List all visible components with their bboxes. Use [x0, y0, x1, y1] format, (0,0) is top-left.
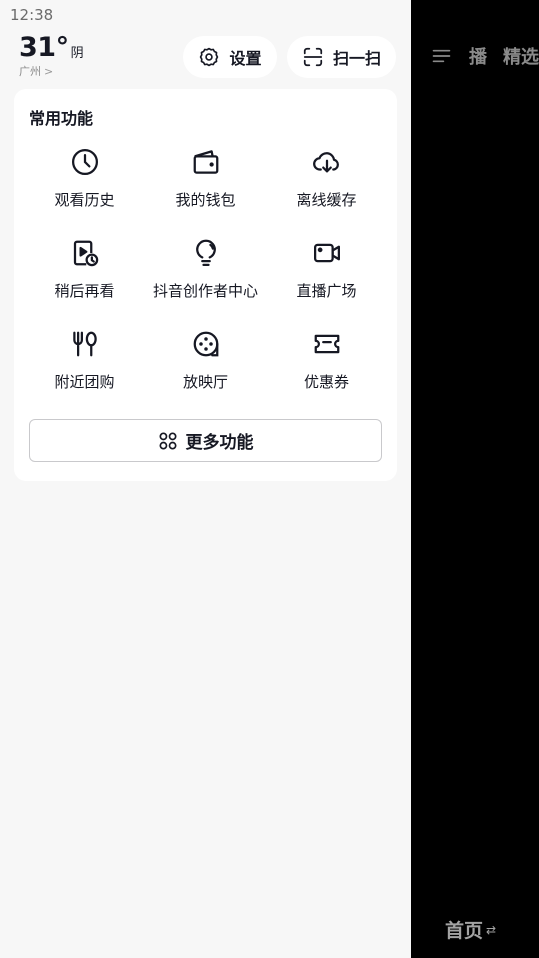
function-watch-history[interactable]: 观看历史: [24, 141, 145, 220]
bulb-icon: [195, 239, 216, 266]
watch-later-icon: [73, 240, 98, 267]
grid-icon: [158, 431, 177, 450]
home-tab-label: 首页: [445, 920, 484, 942]
side-drawer: 12:38 31° 阴 广州 > 设置 扫一扫 常用功能 观看历史 我的钱包 离…: [0, 0, 411, 958]
function-label: 观看历史: [54, 191, 115, 209]
settings-label: 设置: [229, 49, 262, 68]
scan-label: 扫一扫: [332, 49, 381, 68]
bottom-nav-home[interactable]: 首页 ⇄: [445, 916, 496, 943]
function-label: 抖音创作者中心: [152, 282, 258, 300]
function-label: 放映厅: [182, 373, 228, 391]
function-label: 稍后再看: [54, 282, 115, 300]
status-time: 12:38: [10, 6, 54, 24]
weather-condition: 阴: [70, 46, 84, 61]
common-functions-card: 常用功能 观看历史 我的钱包 离线缓存 稍后再看 抖音创作者中心 直播广场 附近…: [14, 89, 397, 481]
function-label: 附近团购: [54, 373, 115, 391]
feed-tab[interactable]: 播: [469, 43, 487, 69]
more-functions-button[interactable]: 更多功能: [29, 419, 382, 462]
screen: 12:38 31° 阴 广州 > 设置 扫一扫 常用功能 观看历史 我的钱包 离…: [0, 0, 539, 958]
function-offline-cache[interactable]: 离线缓存: [266, 141, 387, 220]
feed-top-tabs: 播 精选: [411, 38, 539, 74]
fork-spoon-icon: [72, 331, 97, 357]
function-screening-hall[interactable]: 放映厅: [145, 323, 266, 402]
video-camera-icon: [313, 243, 340, 263]
function-live-plaza[interactable]: 直播广场: [266, 232, 387, 311]
function-label: 离线缓存: [296, 191, 357, 209]
ticket-icon: [314, 334, 339, 354]
wallet-icon: [193, 150, 218, 174]
clock-icon: [71, 149, 98, 175]
function-coupons[interactable]: 优惠券: [266, 323, 387, 402]
weather-widget[interactable]: 31° 阴 广州 >: [19, 33, 84, 79]
gear-icon: [200, 47, 219, 67]
weather-temperature: 31°: [19, 32, 69, 63]
more-functions-label: 更多功能: [185, 433, 254, 453]
weather-city: 广州: [19, 65, 41, 78]
settings-button[interactable]: 设置: [183, 36, 277, 78]
card-title: 常用功能: [29, 109, 94, 128]
feed-tab[interactable]: 精选: [503, 43, 539, 69]
scan-button[interactable]: 扫一扫: [287, 36, 396, 78]
function-wallet[interactable]: 我的钱包: [145, 141, 266, 220]
function-watch-later[interactable]: 稍后再看: [24, 232, 145, 311]
cloud-download-icon: [312, 152, 339, 173]
function-nearby-deals[interactable]: 附近团购: [24, 323, 145, 402]
function-label: 我的钱包: [175, 191, 236, 209]
film-reel-icon: [193, 331, 218, 357]
chevron-right-icon: >: [44, 64, 54, 78]
function-label: 优惠券: [303, 373, 349, 391]
function-grid: 观看历史 我的钱包 离线缓存 稍后再看 抖音创作者中心 直播广场 附近团购 放映…: [24, 141, 387, 402]
scan-icon: [303, 47, 323, 67]
menu-icon[interactable]: [432, 46, 451, 66]
function-label: 直播广场: [296, 282, 357, 300]
swap-icon: ⇄: [486, 922, 497, 937]
function-creator-center[interactable]: 抖音创作者中心: [145, 232, 266, 311]
